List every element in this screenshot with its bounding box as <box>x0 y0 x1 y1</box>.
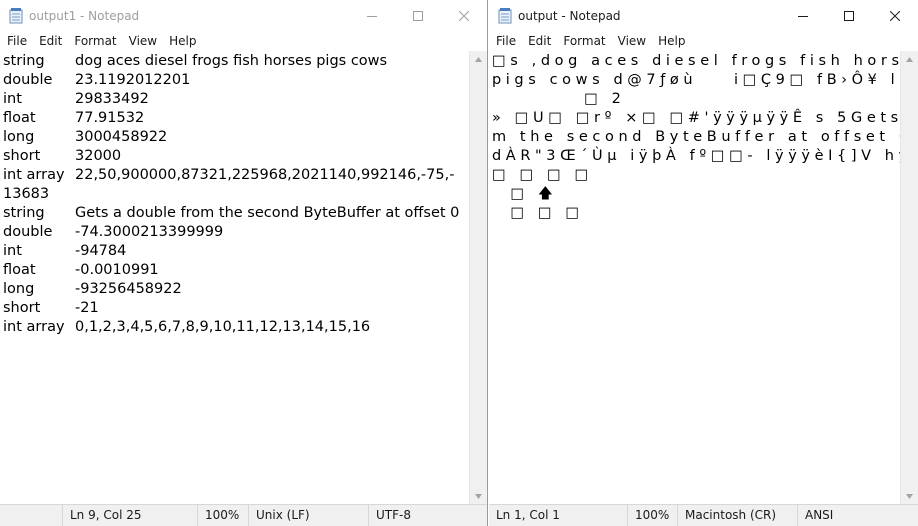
notepad-icon <box>498 7 512 24</box>
cursor-position: Ln 9, Col 25 <box>62 505 142 526</box>
notepad-window-output: output - Notepad File Edit Format View H… <box>489 0 918 526</box>
maximize-icon <box>413 10 423 21</box>
text-line: pigs cows d@7ƒøù i□Ç9□ fB›Ô¥ l ²×^ª h} a <box>492 72 918 88</box>
scroll-down-button[interactable] <box>901 488 918 505</box>
close-icon <box>890 10 900 21</box>
scroll-up-button[interactable] <box>470 51 487 68</box>
minimize-button[interactable] <box>349 0 395 31</box>
menu-edit[interactable]: Edit <box>522 31 557 51</box>
vertical-scrollbar[interactable] <box>900 51 918 505</box>
close-button[interactable] <box>872 0 918 31</box>
window-title: output1 - Notepad <box>29 8 140 23</box>
text-line: □ □ □ □ <box>492 167 593 183</box>
line-ending: Unix (LF) <box>248 505 310 526</box>
menu-bar: File Edit Format View Help <box>0 31 487 51</box>
text-editor-area[interactable]: string dog aces diesel frogs fish horses … <box>0 51 470 505</box>
menu-file[interactable]: File <box>1 31 33 51</box>
title-bar[interactable]: output - Notepad <box>489 0 918 31</box>
scroll-up-button[interactable] <box>901 51 918 68</box>
text-editor-area[interactable]: □s ,dog aces diesel frogs fish horses pi… <box>489 51 918 505</box>
vertical-scrollbar[interactable] <box>469 51 487 505</box>
text-line: dÀR"3Œ´Ùµ iÿþÀ fº□□- lÿÿÿèI{]V hÿë a □ □… <box>492 148 918 164</box>
menu-bar: File Edit Format View Help <box>489 31 918 51</box>
menu-edit[interactable]: Edit <box>33 31 68 51</box>
minimize-button[interactable] <box>780 0 826 31</box>
notepad-icon <box>9 7 23 24</box>
cursor-position: Ln 1, Col 1 <box>496 508 560 522</box>
text-line: □ □ □ <box>492 205 584 221</box>
line-ending: Macintosh (CR) <box>677 505 776 526</box>
text-line: » □U□ □rº ×□ □#'ÿÿÿµÿÿÊ s 5Gets a double… <box>492 110 918 126</box>
maximize-button[interactable] <box>826 0 872 31</box>
menu-file[interactable]: File <box>490 31 522 51</box>
menu-format[interactable]: Format <box>557 31 611 51</box>
scroll-up-arrow-icon <box>475 57 482 62</box>
zoom-level: 100% <box>197 505 239 526</box>
encoding: ANSI <box>797 505 833 526</box>
encoding: UTF-8 <box>368 505 411 526</box>
title-bar[interactable]: output1 - Notepad <box>0 0 487 31</box>
notepad-window-output1: output1 - Notepad File Edit Format View … <box>0 0 488 526</box>
text-line: □ 🡅 <box>492 186 558 202</box>
menu-view[interactable]: View <box>612 31 652 51</box>
text-line: m the second ByteBuffer at offset 0 <box>492 129 913 145</box>
scroll-down-arrow-icon <box>906 494 913 499</box>
text-line: □s ,dog aces diesel frogs fish horses <box>492 53 918 69</box>
minimize-icon <box>367 15 377 17</box>
maximize-button[interactable] <box>395 0 441 31</box>
window-title: output - Notepad <box>518 8 621 23</box>
zoom-level: 100% <box>627 505 669 526</box>
text-line: □ 2 <box>492 91 626 107</box>
minimize-icon <box>798 15 808 17</box>
menu-format[interactable]: Format <box>68 31 122 51</box>
close-icon <box>459 10 469 21</box>
scroll-up-arrow-icon <box>906 57 913 62</box>
menu-help[interactable]: Help <box>652 31 691 51</box>
scroll-down-arrow-icon <box>475 494 482 499</box>
menu-view[interactable]: View <box>123 31 163 51</box>
status-bar: Ln 9, Col 25 100% Unix (LF) UTF-8 <box>0 504 487 526</box>
menu-help[interactable]: Help <box>163 31 202 51</box>
close-button[interactable] <box>441 0 487 31</box>
scroll-down-button[interactable] <box>470 488 487 505</box>
maximize-icon <box>844 10 854 21</box>
status-bar: Ln 1, Col 1 100% Macintosh (CR) ANSI <box>489 504 918 526</box>
